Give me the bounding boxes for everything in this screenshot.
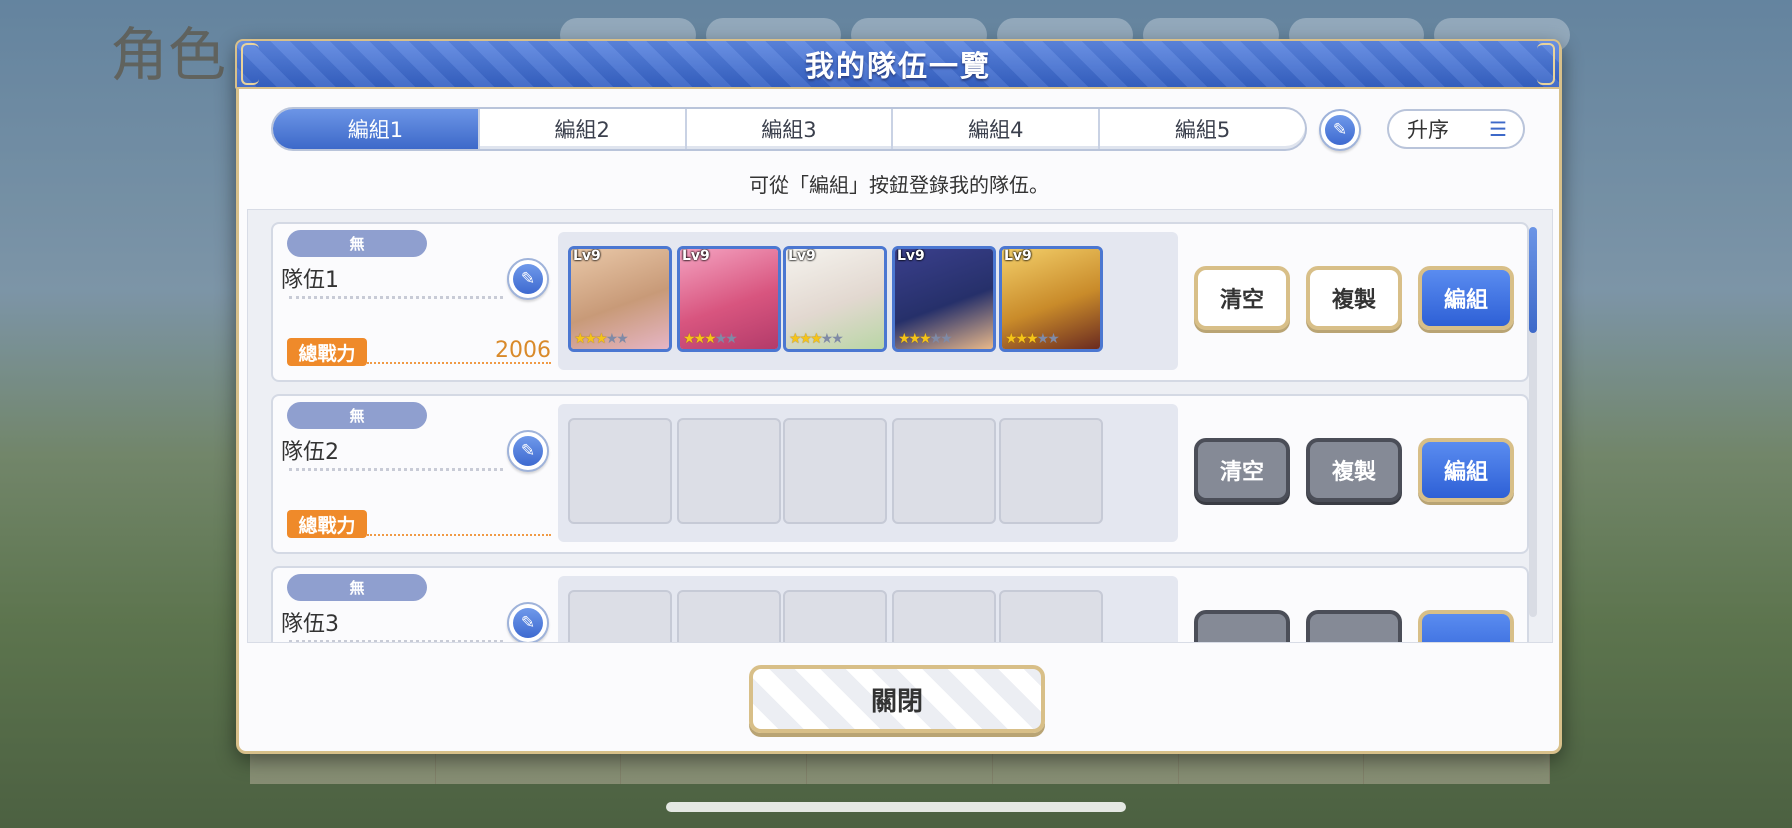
list-scrollbar[interactable] bbox=[1529, 227, 1537, 617]
tab-group-2[interactable]: 編組2 bbox=[480, 109, 687, 149]
team-list-modal: 我的隊伍一覽 編組1 編組2 編組3 編組4 編組5 ✎ 升序 ☰ 可從「編組」… bbox=[235, 39, 1562, 754]
rename-team-button[interactable]: ✎ bbox=[507, 602, 549, 642]
attribute-badge: 無 bbox=[287, 574, 427, 601]
hint-text: 可從「編組」按鈕登錄我的隊伍。 bbox=[749, 173, 1049, 197]
member-slot-5[interactable]: Lv9 ★★★★★ bbox=[999, 246, 1103, 352]
member-slot-3[interactable]: Lv9 ★★★★★ bbox=[783, 246, 887, 352]
scroll-thumb[interactable] bbox=[1529, 227, 1537, 333]
star-rating: ★★★★★ bbox=[898, 331, 953, 347]
empty-member-slot[interactable] bbox=[677, 590, 781, 642]
empty-member-slot[interactable] bbox=[568, 590, 672, 642]
level-label: Lv9 bbox=[788, 248, 816, 264]
star-rating: ★★★★★ bbox=[789, 331, 844, 347]
divider bbox=[289, 296, 503, 299]
attribute-badge: 無 bbox=[287, 230, 427, 257]
modal-title: 我的隊伍一覽 bbox=[804, 49, 991, 83]
divider bbox=[289, 640, 503, 642]
copy-button[interactable]: 複製 bbox=[1306, 438, 1402, 502]
copy-button[interactable] bbox=[1306, 610, 1402, 642]
team-card-1: 無 隊伍1 ✎ 總戰力 2006 Lv9 ★★★★★ Lv9 ★★★★★ Lv9… bbox=[271, 222, 1529, 382]
modal-header: 我的隊伍一覽 bbox=[235, 39, 1561, 89]
edit-team-button[interactable]: 編組 bbox=[1418, 438, 1514, 502]
total-power-label: 總戰力 bbox=[287, 338, 367, 366]
divider bbox=[367, 534, 551, 536]
pencil-icon: ✎ bbox=[513, 264, 543, 294]
sort-label: 升序 bbox=[1407, 118, 1449, 142]
header-ornament-left bbox=[241, 43, 259, 85]
pencil-icon: ✎ bbox=[513, 608, 543, 638]
group-tabs: 編組1 編組2 編組3 編組4 編組5 bbox=[271, 107, 1307, 151]
tab-group-3[interactable]: 編組3 bbox=[687, 109, 894, 149]
member-slot-4[interactable]: Lv9 ★★★★★ bbox=[892, 246, 996, 352]
tab-group-1[interactable]: 編組1 bbox=[273, 109, 480, 149]
team-name: 隊伍3 bbox=[281, 612, 339, 637]
edit-team-button[interactable] bbox=[1418, 610, 1514, 642]
sort-lines-icon: ☰ bbox=[1489, 117, 1507, 141]
empty-member-slot[interactable] bbox=[892, 590, 996, 642]
total-power-label: 總戰力 bbox=[287, 510, 367, 538]
empty-member-slot[interactable] bbox=[783, 590, 887, 642]
clear-button[interactable] bbox=[1194, 610, 1290, 642]
rename-team-button[interactable]: ✎ bbox=[507, 258, 549, 300]
header-ornament-right bbox=[1537, 43, 1555, 85]
divider bbox=[289, 468, 503, 471]
member-slots bbox=[558, 576, 1178, 642]
pencil-icon: ✎ bbox=[1325, 115, 1355, 145]
empty-member-slot[interactable] bbox=[999, 590, 1103, 642]
empty-member-slot[interactable] bbox=[783, 418, 887, 524]
total-power-value: 2006 bbox=[495, 338, 551, 363]
sort-order-button[interactable]: 升序 ☰ bbox=[1387, 109, 1525, 149]
team-card-2: 無 隊伍2 ✎ 總戰力 清空 複製 編組 bbox=[271, 394, 1529, 554]
team-list[interactable]: 無 隊伍1 ✎ 總戰力 2006 Lv9 ★★★★★ Lv9 ★★★★★ Lv9… bbox=[247, 209, 1553, 643]
home-indicator[interactable] bbox=[666, 802, 1126, 812]
attribute-badge: 無 bbox=[287, 402, 427, 429]
team-card-3: 無 隊伍3 ✎ bbox=[271, 566, 1529, 642]
empty-member-slot[interactable] bbox=[677, 418, 781, 524]
team-name: 隊伍2 bbox=[281, 440, 339, 465]
clear-button[interactable]: 清空 bbox=[1194, 438, 1290, 502]
star-rating: ★★★★★ bbox=[574, 331, 629, 347]
member-slots bbox=[558, 404, 1178, 542]
level-label: Lv9 bbox=[897, 248, 925, 264]
star-rating: ★★★★★ bbox=[1005, 331, 1060, 347]
rename-group-button[interactable]: ✎ bbox=[1319, 109, 1361, 151]
team-name: 隊伍1 bbox=[281, 268, 339, 293]
edit-team-button[interactable]: 編組 bbox=[1418, 266, 1514, 330]
star-rating: ★★★★★ bbox=[683, 331, 738, 347]
pencil-icon: ✎ bbox=[513, 436, 543, 466]
close-button[interactable]: 關閉 bbox=[749, 665, 1045, 733]
tab-group-4[interactable]: 編組4 bbox=[893, 109, 1101, 149]
empty-member-slot[interactable] bbox=[892, 418, 996, 524]
empty-member-slot[interactable] bbox=[568, 418, 672, 524]
member-slots: Lv9 ★★★★★ Lv9 ★★★★★ Lv9 ★★★★★ Lv9 ★★★★★ bbox=[558, 232, 1178, 370]
tab-group-5[interactable]: 編組5 bbox=[1100, 109, 1305, 149]
member-slot-2[interactable]: Lv9 ★★★★★ bbox=[677, 246, 781, 352]
background-logo: 角色 bbox=[110, 21, 227, 89]
empty-member-slot[interactable] bbox=[999, 418, 1103, 524]
level-label: Lv9 bbox=[1004, 248, 1032, 264]
rename-team-button[interactable]: ✎ bbox=[507, 430, 549, 472]
member-slot-1[interactable]: Lv9 ★★★★★ bbox=[568, 246, 672, 352]
clear-button[interactable]: 清空 bbox=[1194, 266, 1290, 330]
copy-button[interactable]: 複製 bbox=[1306, 266, 1402, 330]
level-label: Lv9 bbox=[573, 248, 601, 264]
level-label: Lv9 bbox=[682, 248, 710, 264]
